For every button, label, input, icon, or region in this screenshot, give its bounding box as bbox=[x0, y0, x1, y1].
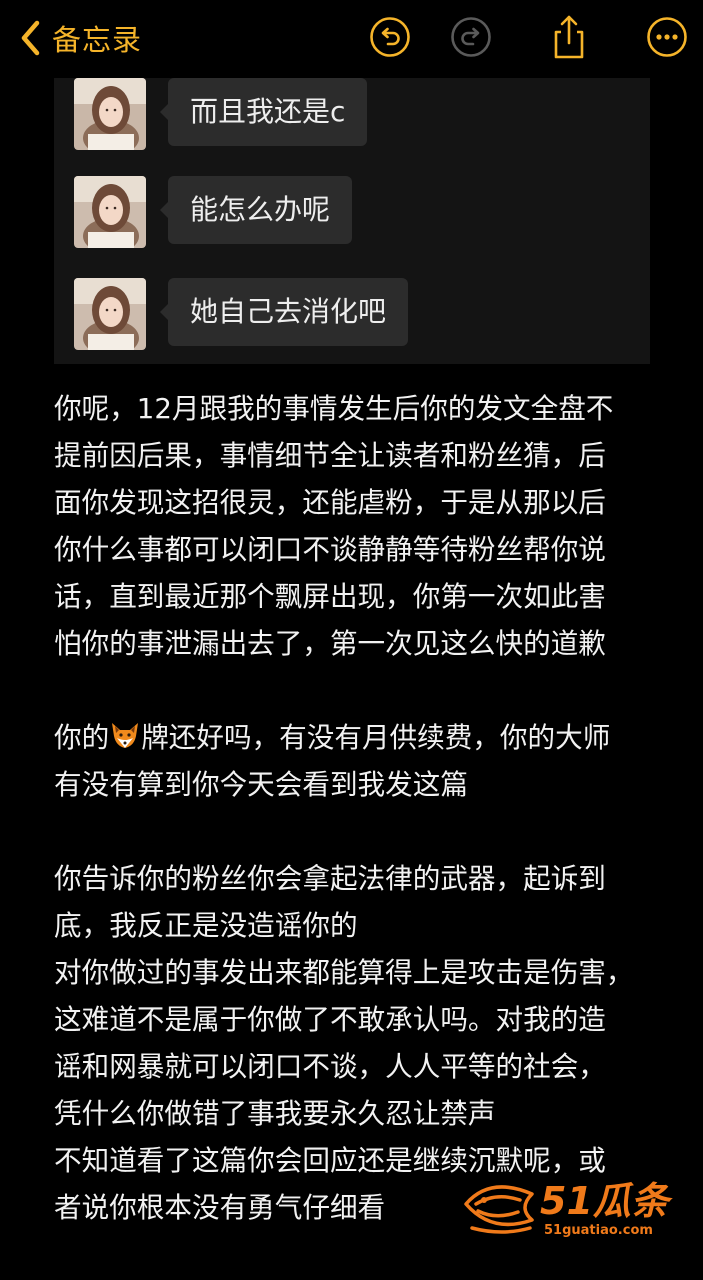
message-bubble: 她自己去消化吧 bbox=[159, 278, 409, 346]
fox-emoji-icon bbox=[112, 723, 139, 748]
note-line: 这难道不是属于你做了不敢承认吗。对我的造 bbox=[54, 1003, 606, 1036]
note-text: 牌还好吗，有没有月供续费，你的大师 bbox=[141, 721, 611, 754]
note-line: 你什么事都可以闭口不谈静静等待粉丝帮你说 bbox=[54, 533, 606, 566]
watermark-logo: 51瓜条 51guatiao.com bbox=[464, 1179, 673, 1238]
note-line: 怕你的事泄漏出去了，第一次见这么快的道歉 bbox=[54, 627, 606, 660]
watermark-brand: 51瓜条 bbox=[540, 1179, 673, 1223]
note-line: 话，直到最近那个飘屏出现，你第一次如此害 bbox=[54, 580, 606, 613]
watermark-url: 51guatiao.com bbox=[544, 1223, 653, 1238]
message-bubble: 能怎么办呢 bbox=[159, 176, 353, 244]
note-body[interactable]: 你呢，12月跟我的事情发生后你的发文全盘不 提前因后果，事情细节全让读者和粉丝猜… bbox=[54, 385, 674, 1231]
more-icon[interactable] bbox=[646, 16, 688, 58]
note-line: 凭什么你做错了事我要永久忍让禁声 bbox=[54, 1097, 496, 1130]
back-label: 备忘录 bbox=[52, 23, 143, 57]
note-line: 有没有算到你今天会看到我发这篇 bbox=[54, 768, 468, 801]
undo-icon[interactable] bbox=[369, 16, 411, 58]
note-line: 面你发现这招很灵，还能虐粉，于是从那以后 bbox=[54, 486, 606, 519]
back-button[interactable]: 备忘录 bbox=[18, 14, 142, 62]
note-line: 你告诉你的粉丝你会拿起法律的武器，起诉到 bbox=[54, 862, 606, 895]
navigation-bar: 备忘录 bbox=[0, 0, 703, 78]
chevron-left-icon bbox=[21, 20, 40, 56]
avatar bbox=[74, 78, 146, 150]
avatar bbox=[74, 278, 146, 350]
note-text: 你的 bbox=[54, 721, 110, 754]
share-icon[interactable] bbox=[548, 14, 590, 60]
note-line: 底，我反正是没造谣你的 bbox=[54, 909, 358, 942]
message-bubble: 而且我还是c bbox=[159, 78, 368, 146]
avatar bbox=[74, 176, 146, 248]
note-line: 对你做过的事发出来都能算得上是攻击是伤害， bbox=[54, 956, 634, 989]
note-line: 你的 牌还好吗，有没有月供续费，你的大师 bbox=[54, 714, 674, 761]
note-line: 谣和网暴就可以闭口不谈，人人平等的社会， bbox=[54, 1050, 606, 1083]
redo-icon[interactable] bbox=[450, 16, 492, 58]
note-line: 提前因后果，事情细节全让读者和粉丝猜，后 bbox=[54, 439, 606, 472]
chat-screenshot: 而且我还是c 能怎么办呢 她自己去消化吧 bbox=[54, 78, 650, 364]
note-line: 你呢，12月跟我的事情发生后你的发文全盘不 bbox=[54, 392, 614, 425]
